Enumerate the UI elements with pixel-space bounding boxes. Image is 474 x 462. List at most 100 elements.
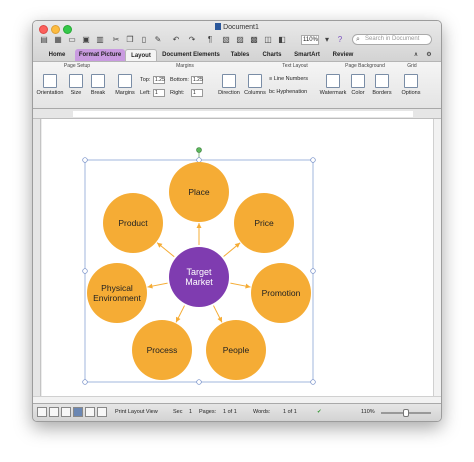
format-painter-icon[interactable]: ✎ — [153, 35, 163, 45]
pages-label: Pages: — [199, 409, 217, 415]
print-layout-view-button[interactable] — [73, 407, 83, 417]
gallery-icon[interactable]: ◫ — [263, 35, 273, 45]
direction-button[interactable]: Direction — [217, 74, 241, 96]
diagram-node[interactable]: Promotion — [251, 263, 311, 323]
borders-button[interactable]: Borders — [371, 74, 393, 96]
resize-handle[interactable] — [310, 268, 316, 274]
document-page[interactable]: Place Price Promotion People Process Physical… — [42, 119, 434, 405]
horizontal-scrollbar[interactable] — [33, 396, 441, 403]
toolbox-icon[interactable]: ▨ — [235, 35, 245, 45]
publishing-view-button[interactable] — [61, 407, 71, 417]
break-button[interactable]: Break — [89, 74, 107, 96]
smartart-diagram[interactable]: Place Price Promotion People Process Physical… — [42, 119, 434, 405]
tab-smartart[interactable]: SmartArt — [289, 49, 325, 61]
resize-handle[interactable] — [196, 157, 202, 163]
center-label: Market — [185, 277, 213, 287]
templates-icon[interactable]: ▦ — [53, 35, 63, 45]
node-label: Environment — [93, 293, 141, 303]
zoom-dropdown-icon[interactable]: ▾ — [322, 35, 332, 45]
section-value: 1 — [189, 409, 193, 415]
diagram-node[interactable]: Price — [234, 193, 294, 253]
center-node[interactable]: TargetMarket — [169, 247, 229, 307]
color-label: Color — [351, 90, 365, 96]
diagram-node[interactable]: People — [206, 320, 266, 380]
top-margin-label: Top: — [140, 77, 151, 83]
open-icon[interactable]: ▭ — [67, 35, 77, 45]
watermark-label: Watermark — [319, 90, 347, 96]
redo-icon[interactable]: ↷ — [187, 35, 197, 45]
word-window: Document1 ▤ ▦ ▭ ▣ ▥ ✂ ❐ ▯ ✎ ↶ ↷ ¶ ▧ ▨ ▩ … — [32, 20, 442, 422]
diagram-node[interactable]: Product — [103, 193, 163, 253]
zoom-slider[interactable] — [381, 409, 431, 417]
save-icon[interactable]: ▣ — [81, 35, 91, 45]
grid-options-button[interactable]: Options — [399, 74, 423, 96]
size-button[interactable]: Size — [67, 74, 85, 96]
tab-review[interactable]: Review — [327, 49, 359, 61]
diagram-node[interactable]: Place — [169, 162, 229, 222]
bottom-margin-field[interactable]: 1.25 — [191, 76, 203, 84]
outline-view-button[interactable] — [49, 407, 59, 417]
resize-handle[interactable] — [310, 379, 316, 385]
sidebar-icon[interactable]: ▧ — [221, 35, 231, 45]
paste-icon[interactable]: ▯ — [139, 35, 149, 45]
new-document-icon[interactable]: ▤ — [39, 35, 49, 45]
node-label: Physical — [101, 283, 133, 293]
hyphenation-button[interactable]: bc Hyphenation — [269, 89, 315, 95]
tab-layout[interactable]: Layout — [125, 49, 157, 61]
options-label: Options — [401, 90, 421, 96]
tab-home[interactable]: Home — [39, 49, 75, 61]
vertical-ruler[interactable] — [33, 119, 41, 405]
margins-button[interactable]: Margins — [113, 74, 137, 96]
search-icon: ⌕ — [356, 36, 360, 43]
spelling-check-icon[interactable]: ✔ — [317, 409, 322, 415]
rotation-handle[interactable] — [196, 147, 202, 153]
page-color-button[interactable]: Color — [349, 74, 367, 96]
resize-handle[interactable] — [82, 157, 88, 163]
resize-handle[interactable] — [310, 157, 316, 163]
help-icon[interactable]: ? — [335, 35, 345, 45]
ribbon-options-icon[interactable]: ⚙ — [423, 49, 435, 61]
margins-label: Margins — [115, 90, 135, 96]
copy-icon[interactable]: ❐ — [125, 35, 135, 45]
pilcrow-icon[interactable]: ¶ — [205, 35, 215, 45]
tab-charts[interactable]: Charts — [257, 49, 287, 61]
diagram-node[interactable]: Process — [132, 320, 192, 380]
resize-handle[interactable] — [82, 379, 88, 385]
columns-button[interactable]: Columns — [243, 74, 267, 96]
horizontal-ruler[interactable] — [33, 109, 441, 119]
zoom-field[interactable]: 110% — [301, 35, 319, 45]
tab-document-elements[interactable]: Document Elements — [159, 49, 223, 61]
reference-tools-icon[interactable]: ◧ — [277, 35, 287, 45]
break-icon — [91, 74, 105, 88]
orientation-button[interactable]: Orientation — [35, 74, 65, 96]
diagram-node[interactable]: PhysicalEnvironment — [87, 263, 147, 323]
print-icon[interactable]: ▥ — [95, 35, 105, 45]
orientation-icon — [43, 74, 57, 88]
node-label: Place — [188, 187, 210, 197]
vertical-scrollbar[interactable] — [433, 119, 441, 405]
document-title-text: Document1 — [223, 24, 259, 31]
line-numbers-button[interactable]: ≡ Line Numbers — [269, 76, 315, 82]
resize-handle[interactable] — [196, 379, 202, 385]
media-browser-icon[interactable]: ▩ — [249, 35, 259, 45]
size-label: Size — [70, 90, 82, 96]
collapse-ribbon-icon[interactable]: ∧ — [411, 49, 421, 61]
draft-view-button[interactable] — [37, 407, 47, 417]
notebook-view-button[interactable] — [85, 407, 95, 417]
undo-icon[interactable]: ↶ — [171, 35, 181, 45]
focus-view-button[interactable] — [97, 407, 107, 417]
right-margin-field[interactable]: 1 — [191, 89, 203, 97]
search-input[interactable]: ⌕ Search in Document — [352, 34, 432, 45]
left-margin-field[interactable]: 1 — [153, 89, 165, 97]
tab-format-picture[interactable]: Format Picture — [75, 49, 125, 61]
resize-handle[interactable] — [82, 268, 88, 274]
tab-tables[interactable]: Tables — [225, 49, 255, 61]
direction-label: Direction — [218, 90, 240, 96]
top-margin-field[interactable]: 1.25 — [153, 76, 165, 84]
standard-toolbar: ▤ ▦ ▭ ▣ ▥ ✂ ❐ ▯ ✎ ↶ ↷ ¶ ▧ ▨ ▩ ◫ ◧ 110% ▾… — [37, 34, 437, 48]
group-title-text-layout: Text Layout — [282, 63, 308, 69]
cut-icon[interactable]: ✂ — [111, 35, 121, 45]
watermark-button[interactable]: Watermark — [319, 74, 347, 96]
zoom-slider-thumb[interactable] — [403, 409, 409, 417]
orientation-label: Orientation — [36, 90, 64, 96]
